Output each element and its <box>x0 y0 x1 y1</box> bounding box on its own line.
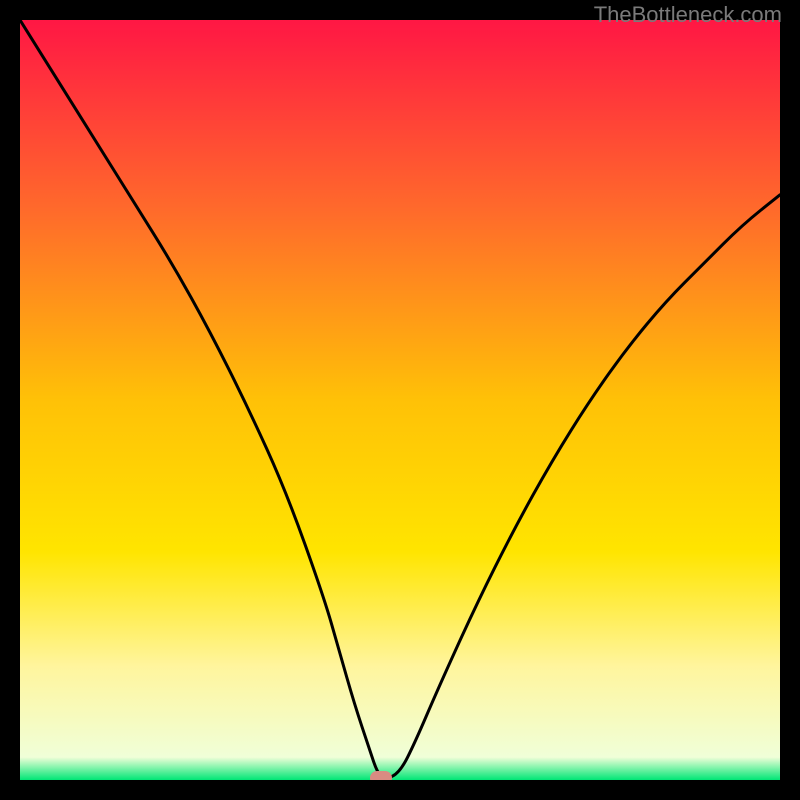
chart-background <box>20 20 780 780</box>
bottleneck-chart <box>20 20 780 780</box>
minimum-marker <box>370 771 392 780</box>
watermark-text: TheBottleneck.com <box>594 2 782 28</box>
chart-svg <box>20 20 780 780</box>
